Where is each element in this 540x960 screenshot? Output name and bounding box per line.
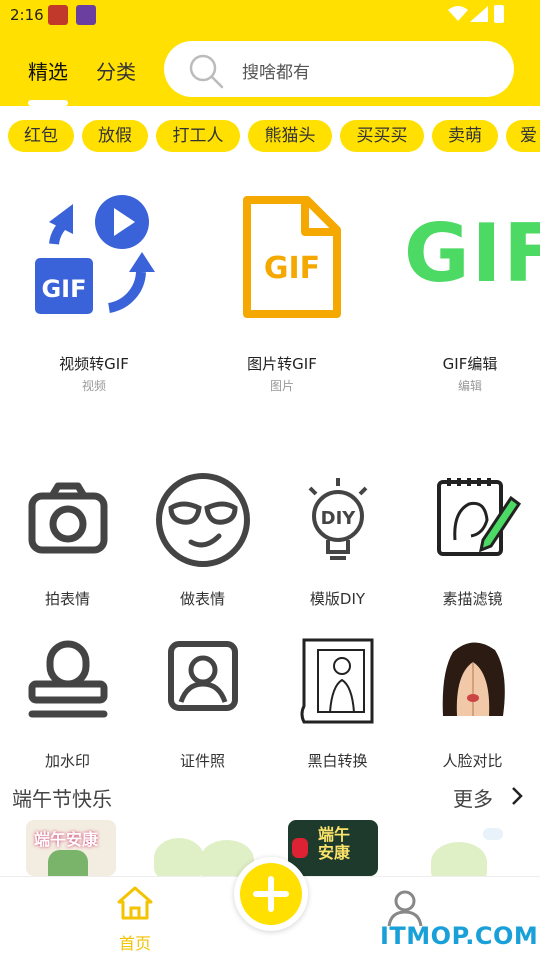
tool-template-diy[interactable]: DIY 模版DIY <box>270 470 405 610</box>
chip-tag[interactable]: 红包 <box>8 120 74 152</box>
chip-tag[interactable]: 爱 <box>506 120 540 152</box>
feature-subtitle: 视频 <box>81 379 106 393</box>
tool-label: 做表情 <box>179 590 225 608</box>
nav-home-label: 首页 <box>118 934 151 953</box>
feature-title: 视频转GIF <box>59 355 129 373</box>
battery-icon <box>494 5 504 23</box>
tool-label: 拍表情 <box>44 590 90 608</box>
notification-app-icon <box>76 5 96 25</box>
section-title: 端午节快乐 <box>12 787 112 811</box>
tool-make-sticker[interactable]: 做表情 <box>135 470 270 610</box>
feature-title: GIF编辑 <box>442 355 498 373</box>
zongzi-sticker <box>154 838 204 876</box>
id-photo-icon <box>168 641 238 711</box>
notification-app-icon <box>48 5 68 25</box>
tab-categories[interactable]: 分类 <box>96 56 136 85</box>
lantern-decor <box>292 838 308 858</box>
plus-icon <box>253 876 289 912</box>
signal-icon <box>470 6 488 22</box>
gif-badge-text: GIF <box>264 251 320 286</box>
nav-home[interactable]: 首页 <box>105 884 165 954</box>
tool-label: 素描滤镜 <box>442 590 503 608</box>
chip-tag[interactable]: 卖萌 <box>432 120 498 152</box>
feature-subtitle: 编辑 <box>457 379 482 393</box>
watermark: ITMOP.COM <box>380 922 539 950</box>
tab-featured[interactable]: 精选 <box>28 56 68 85</box>
tool-add-watermark[interactable]: 加水印 <box>0 632 135 772</box>
tool-label: 证件照 <box>179 752 225 770</box>
video-to-gif-icon: GIF <box>35 195 155 314</box>
tool-label: 黑白转换 <box>307 752 368 770</box>
sticker-thumbnail[interactable] <box>425 820 505 876</box>
chevron-right-icon[interactable] <box>510 786 524 806</box>
camera-icon <box>28 482 108 554</box>
feature-video-to-gif[interactable]: GIF 视频转GIF 视频 <box>4 185 184 393</box>
status-bar: 2:16 <box>0 0 540 30</box>
thumbnail-caption: 端午安康 <box>318 825 351 862</box>
feature-subtitle: 图片 <box>269 379 294 393</box>
chip-tag[interactable]: 打工人 <box>156 120 240 152</box>
face-compare-icon <box>431 636 515 716</box>
tool-face-compare[interactable]: 人脸对比 <box>405 632 540 772</box>
tool-label: 人脸对比 <box>442 752 503 770</box>
tool-sketch-filter[interactable]: 素描滤镜 <box>405 470 540 610</box>
cloud-decor <box>483 828 503 840</box>
tool-take-sticker[interactable]: 拍表情 <box>0 470 135 610</box>
wifi-icon <box>448 6 468 21</box>
sketch-pencil-icon <box>437 478 522 556</box>
image-to-gif-icon: GIF <box>243 196 341 318</box>
diy-bulb-icon: DIY <box>308 478 368 560</box>
search-placeholder: 搜啥都有 <box>242 63 310 83</box>
chip-tag[interactable]: 买买买 <box>340 120 424 152</box>
stamp-icon <box>28 640 108 718</box>
thumbnail-caption: 端午安康 <box>34 830 99 849</box>
zongzi-decor <box>48 850 88 876</box>
header: 2:16 精选 分类 搜啥都有 <box>0 0 540 106</box>
zongzi-sticker <box>431 842 487 876</box>
gif-badge-text: GIF <box>41 275 86 303</box>
diy-text: DIY <box>321 508 357 529</box>
tool-label: 模版DIY <box>309 590 366 608</box>
feature-title: 图片转GIF <box>247 355 317 373</box>
tool-id-photo[interactable]: 证件照 <box>135 632 270 772</box>
search-icon <box>189 54 224 89</box>
feature-image-to-gif[interactable]: GIF 图片转GIF 图片 <box>192 185 372 393</box>
sticker-thumbnail[interactable]: 端午安康 <box>26 820 116 876</box>
bw-convert-icon <box>300 638 374 724</box>
search-input[interactable]: 搜啥都有 <box>164 41 514 97</box>
sunglasses-face-icon <box>156 473 250 567</box>
tool-label: 加水印 <box>44 752 90 770</box>
chip-tag[interactable]: 熊猫头 <box>248 120 332 152</box>
feature-gif-edit[interactable]: GIF GIF编辑 编辑 <box>380 185 540 393</box>
tool-bw-convert[interactable]: 黑白转换 <box>270 632 405 772</box>
more-link[interactable]: 更多 <box>453 783 493 812</box>
create-button[interactable] <box>234 857 308 931</box>
status-time: 2:16 <box>10 6 44 24</box>
active-tab-indicator <box>28 100 68 106</box>
chip-tag[interactable]: 放假 <box>82 120 148 152</box>
home-icon <box>117 886 153 920</box>
gif-edit-icon: GIF <box>404 207 540 300</box>
